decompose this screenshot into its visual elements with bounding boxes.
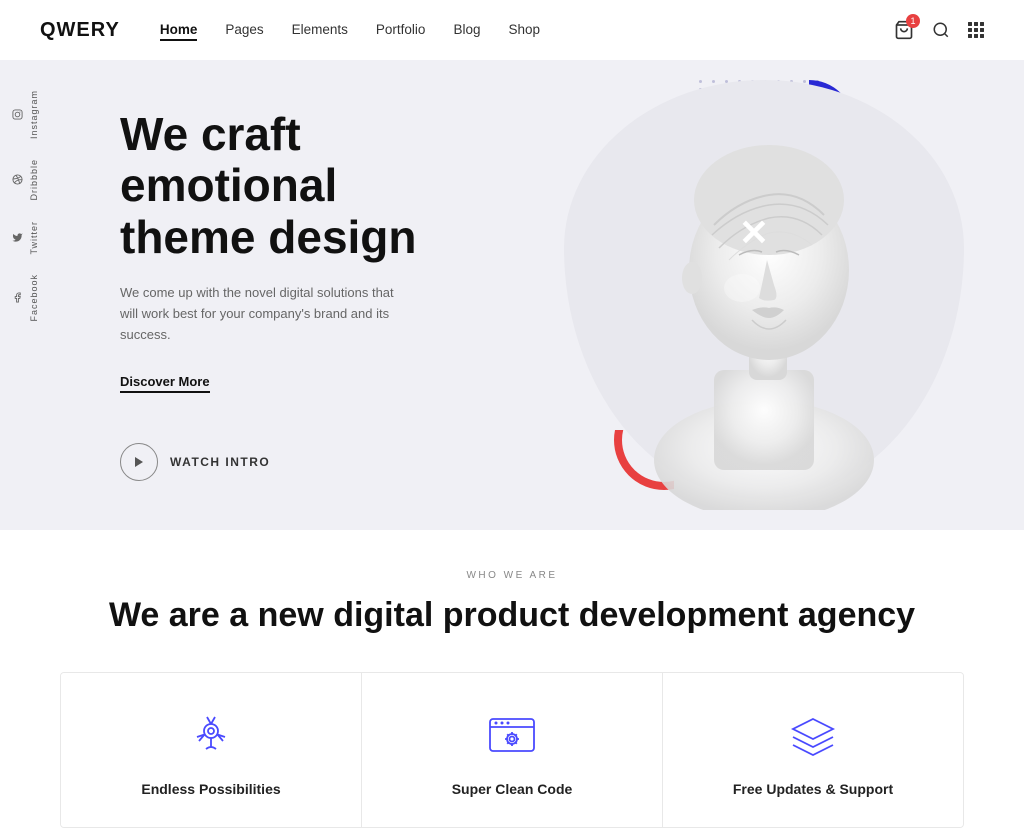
possibilities-icon bbox=[91, 709, 331, 761]
twitter-icon bbox=[12, 232, 23, 243]
main-nav: Home Pages Elements Portfolio Blog Shop bbox=[160, 22, 894, 39]
hero-title: We craft emotional theme design bbox=[120, 109, 420, 264]
layers-icon bbox=[693, 709, 933, 761]
x-mark-decoration: ✕ bbox=[739, 215, 769, 251]
facebook-icon bbox=[12, 292, 23, 303]
hero-section: We craft emotional theme design We come … bbox=[0, 60, 1024, 530]
code-icon bbox=[392, 709, 632, 761]
nav-blog[interactable]: Blog bbox=[453, 22, 480, 39]
header-icons: 1 bbox=[894, 20, 984, 40]
nav-elements[interactable]: Elements bbox=[292, 22, 348, 39]
instagram-label: Instagram bbox=[29, 90, 39, 139]
twitter-label: Twitter bbox=[29, 221, 39, 255]
facebook-label: Facebook bbox=[29, 274, 39, 322]
nav-home[interactable]: Home bbox=[160, 22, 198, 39]
hero-content: We craft emotional theme design We come … bbox=[0, 109, 500, 482]
nav-shop[interactable]: Shop bbox=[508, 22, 540, 39]
card-support-label: Free Updates & Support bbox=[693, 781, 933, 797]
social-instagram[interactable]: Instagram bbox=[0, 80, 47, 149]
cart-badge: 1 bbox=[906, 14, 920, 28]
nav-portfolio[interactable]: Portfolio bbox=[376, 22, 426, 39]
instagram-icon bbox=[12, 109, 23, 120]
header: QWERY Home Pages Elements Portfolio Blog… bbox=[0, 0, 1024, 60]
hero-image-area: // Will be rendered via JS below bbox=[464, 60, 1024, 530]
grid-menu-icon[interactable] bbox=[968, 22, 984, 38]
watch-intro-button[interactable]: WATCH INTRO bbox=[120, 443, 420, 481]
sidebar-social: Instagram Dribbble Twitter Facebook bbox=[0, 80, 47, 332]
sculpture-image bbox=[584, 70, 944, 510]
card-possibilities-label: Endless Possibilities bbox=[91, 781, 331, 797]
dribbble-label: Dribbble bbox=[29, 159, 39, 201]
section-tag: WHO WE ARE bbox=[60, 570, 964, 581]
search-icon[interactable] bbox=[932, 21, 950, 39]
social-facebook[interactable]: Facebook bbox=[0, 264, 47, 332]
hero-description: We come up with the novel digital soluti… bbox=[120, 283, 410, 345]
who-section: WHO WE ARE We are a new digital product … bbox=[0, 530, 1024, 828]
logo[interactable]: QWERY bbox=[40, 19, 120, 42]
social-twitter[interactable]: Twitter bbox=[0, 211, 47, 265]
card-support: Free Updates & Support bbox=[663, 673, 963, 827]
card-clean-code: Super Clean Code bbox=[362, 673, 663, 827]
social-dribbble[interactable]: Dribbble bbox=[0, 149, 47, 211]
section-title: We are a new digital product development… bbox=[60, 595, 964, 636]
card-possibilities: Endless Possibilities bbox=[61, 673, 362, 827]
watch-intro-label: WATCH INTRO bbox=[170, 455, 270, 469]
dribbble-icon bbox=[12, 174, 23, 185]
cart-icon[interactable]: 1 bbox=[894, 20, 914, 40]
feature-cards: Endless Possibilities bbox=[60, 672, 964, 828]
card-clean-code-label: Super Clean Code bbox=[392, 781, 632, 797]
nav-pages[interactable]: Pages bbox=[225, 22, 263, 39]
discover-button[interactable]: Discover More bbox=[120, 374, 210, 393]
play-circle-icon bbox=[120, 443, 158, 481]
